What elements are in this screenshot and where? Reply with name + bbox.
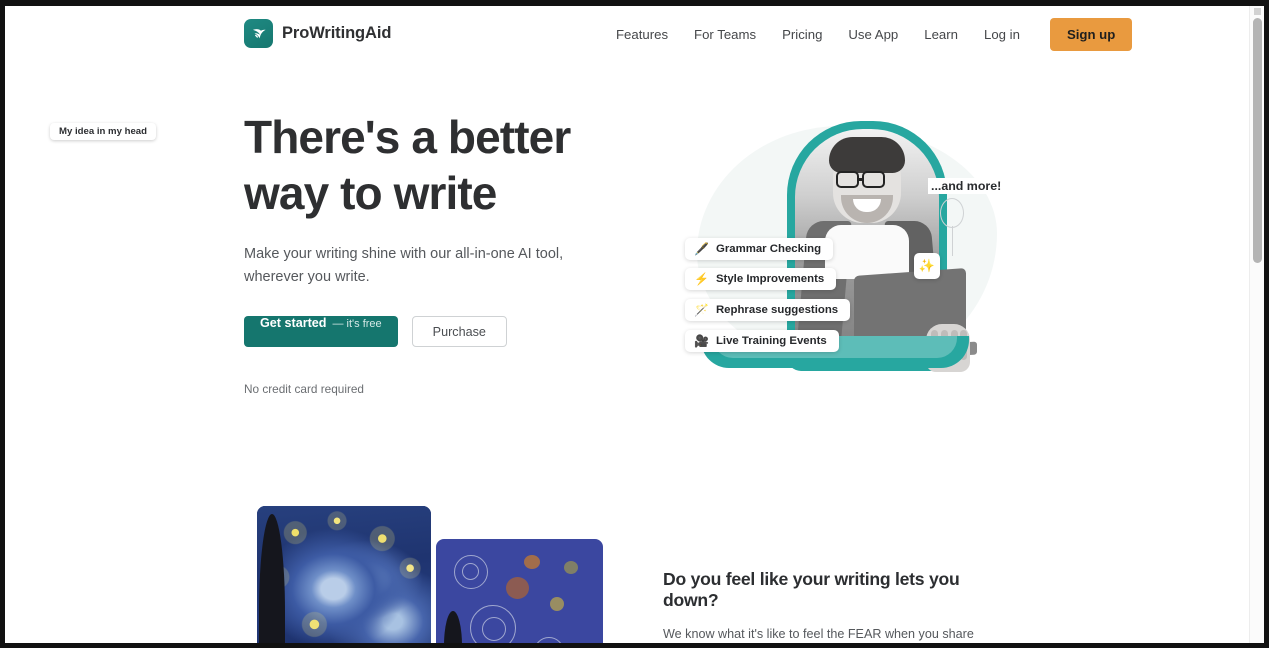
- crude-swirl: [534, 637, 564, 643]
- scroll-up-arrow-icon[interactable]: [1254, 8, 1261, 15]
- brand-logo[interactable]: ProWritingAid: [244, 19, 391, 48]
- crude-swirl: [462, 563, 479, 580]
- vertical-scrollbar[interactable]: [1249, 6, 1264, 643]
- main-navigation: Features For Teams Pricing Use App Learn…: [603, 6, 1133, 62]
- hero-copy: There's a better way to write Make your …: [244, 109, 594, 396]
- glasses-lens-left: [836, 171, 859, 188]
- nav-link-pricing[interactable]: Pricing: [769, 21, 835, 48]
- crude-swirl: [482, 617, 506, 641]
- balloon-string: [952, 226, 954, 256]
- sign-up-button[interactable]: Sign up: [1049, 17, 1133, 51]
- get-started-suffix: — it's free: [332, 318, 382, 330]
- glasses-bridge: [859, 178, 864, 181]
- no-credit-card-note: No credit card required: [244, 382, 364, 396]
- starry-night-caption: My idea in my head: [50, 123, 156, 140]
- lower-section-body: We know what it's like to feel the FEAR …: [663, 627, 974, 641]
- balloon-outline-shape: [940, 198, 964, 228]
- and-more-label: ...and more!: [928, 178, 1005, 194]
- hero-cta-group: Get started — it's free Purchase: [244, 316, 594, 347]
- crude-star-blob: [550, 597, 564, 611]
- feature-pill-label: Rephrase suggestions: [715, 304, 839, 316]
- nav-link-for-teams[interactable]: For Teams: [681, 21, 769, 48]
- lower-section-copy: Do you feel like your writing lets you d…: [663, 569, 1013, 643]
- prowritingaid-logo-icon: [244, 19, 273, 48]
- crude-star-blob: [506, 577, 529, 599]
- get-started-label: Get started: [260, 316, 327, 330]
- nav-link-use-app[interactable]: Use App: [835, 21, 911, 48]
- get-started-button[interactable]: Get started — it's free: [244, 316, 398, 347]
- nav-link-learn[interactable]: Learn: [911, 21, 971, 48]
- browser-viewport: ProWritingAid Features For Teams Pricing…: [0, 0, 1269, 648]
- nav-link-log-in[interactable]: Log in: [971, 21, 1033, 48]
- purchase-button[interactable]: Purchase: [411, 316, 507, 347]
- fountain-pen-icon: 🖋️: [694, 242, 709, 256]
- feature-pill-label: Style Improvements: [715, 273, 825, 285]
- feature-pill-grammar-checking: 🖋️ Grammar Checking: [685, 238, 834, 260]
- feature-pill-style-improvements: ⚡ Style Improvements: [685, 268, 837, 290]
- crude-star-blob: [564, 561, 578, 574]
- site-header: ProWritingAid Features For Teams Pricing…: [5, 6, 1249, 62]
- glasses-lens-right: [862, 171, 885, 188]
- sparkles-badge: ✨: [914, 253, 940, 279]
- starry-night-image: [257, 506, 431, 643]
- hero-title: There's a better way to write: [244, 109, 594, 221]
- feature-pill-rephrase-suggestions: 🪄 Rephrase suggestions: [685, 299, 851, 321]
- lower-section-title: Do you feel like your writing lets you d…: [663, 569, 960, 610]
- sparkles-icon: ✨: [918, 258, 936, 273]
- lightning-bolt-icon: ⚡: [694, 272, 709, 286]
- scrollbar-thumb[interactable]: [1253, 18, 1262, 263]
- hero-title-line-1: There's a better: [244, 111, 571, 163]
- crude-drawing-image: [436, 539, 603, 643]
- hero-subtitle: Make your writing shine with our all-in-…: [244, 246, 564, 285]
- shirt: [825, 225, 909, 279]
- crude-cypress-tree: [444, 611, 462, 643]
- hero-illustration: 🖋️ Grammar Checking ⚡ Style Improvements…: [671, 102, 1021, 392]
- movie-camera-icon: 🎥: [694, 334, 709, 348]
- page-frame: ProWritingAid Features For Teams Pricing…: [5, 6, 1264, 643]
- feature-pill-label: Live Training Events: [715, 335, 827, 347]
- magic-wand-icon: 🪄: [694, 303, 709, 317]
- nav-link-features[interactable]: Features: [603, 21, 681, 48]
- feature-pill-label: Grammar Checking: [715, 243, 822, 255]
- hero-title-line-2: way to write: [244, 167, 497, 219]
- brand-name: ProWritingAid: [282, 24, 392, 42]
- feature-pill-live-training-events: 🎥 Live Training Events: [685, 330, 839, 352]
- hair: [829, 137, 905, 173]
- crude-star-blob: [524, 555, 540, 569]
- page-content: ProWritingAid Features For Teams Pricing…: [5, 6, 1249, 643]
